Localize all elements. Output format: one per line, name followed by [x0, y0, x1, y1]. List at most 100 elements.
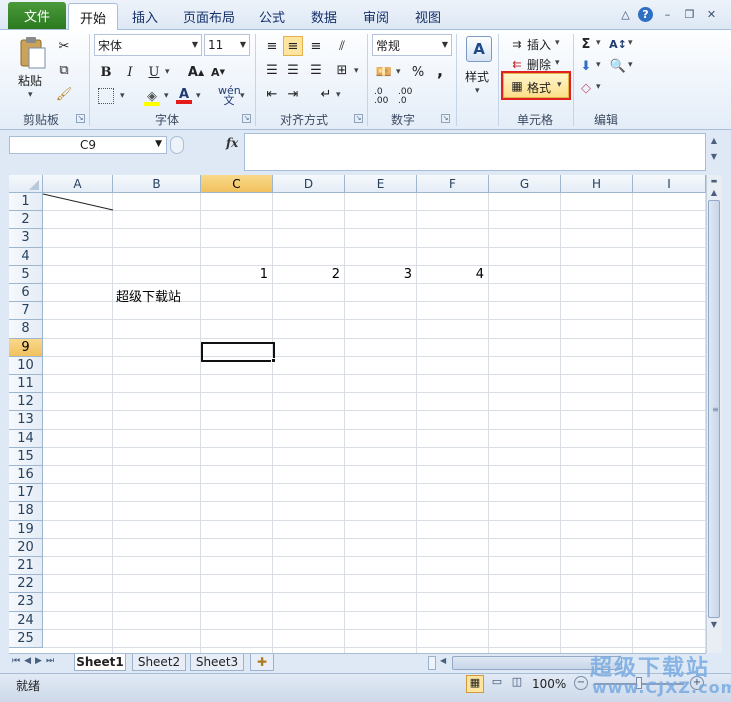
window-close-icon[interactable]: ✕ [704, 7, 719, 22]
row-header-6[interactable]: 6 [9, 284, 43, 303]
sort-filter-dropdown-icon[interactable]: ▾ [628, 38, 633, 48]
column-header-A[interactable]: A [43, 175, 113, 193]
increase-decimal-icon[interactable]: .0 .00 [374, 88, 396, 106]
tab-split-handle[interactable] [428, 656, 436, 670]
merge-center-icon[interactable]: ⊞ [332, 60, 352, 80]
tab-file[interactable]: 文件 [8, 2, 66, 29]
column-header-F[interactable]: F [417, 175, 489, 193]
zoom-out-icon[interactable]: − [574, 676, 588, 690]
font-size-select[interactable]: 11 ▼ [204, 34, 250, 56]
column-header-C[interactable]: C [201, 175, 273, 193]
insert-dropdown-icon[interactable]: ▾ [555, 38, 560, 48]
row-header-1[interactable]: 1 [9, 193, 43, 212]
tab-formulas[interactable]: 公式 [252, 3, 292, 30]
name-box-splitter[interactable] [170, 136, 184, 154]
wrap-text-icon[interactable]: ↵ [316, 84, 336, 104]
fill-icon[interactable]: ⬇ [576, 56, 596, 76]
row-header-9[interactable]: 9 [9, 338, 43, 357]
fill-handle[interactable] [271, 358, 276, 363]
align-center-icon[interactable]: ☰ [283, 60, 303, 80]
column-header-H[interactable]: H [561, 175, 633, 193]
row-header-23[interactable]: 23 [9, 593, 43, 612]
wrap-dropdown-icon[interactable]: ▾ [336, 90, 341, 100]
cell-E5[interactable]: 3 [348, 266, 412, 284]
font-color-dropdown-icon[interactable]: ▾ [196, 91, 201, 101]
column-header-I[interactable]: I [633, 175, 706, 193]
cell-F5[interactable]: 4 [420, 266, 484, 284]
align-top-icon[interactable]: ≡ [262, 36, 282, 56]
column-header-B[interactable]: B [113, 175, 201, 193]
copy-icon[interactable]: ⧉ [54, 60, 74, 80]
borders-icon[interactable] [98, 88, 114, 104]
row-header-13[interactable]: 13 [9, 411, 43, 430]
row-header-17[interactable]: 17 [9, 484, 43, 503]
expand-formula-icon[interactable]: ▲ [708, 136, 720, 148]
page-break-view-icon[interactable]: ◫ [508, 675, 526, 693]
underline-icon[interactable]: U [144, 62, 164, 82]
row-header-10[interactable]: 10 [9, 356, 43, 375]
currency-dropdown-icon[interactable]: ▾ [396, 67, 401, 77]
merge-dropdown-icon[interactable]: ▾ [354, 66, 359, 76]
window-restore-icon[interactable]: ❐ [682, 7, 697, 22]
insert-cells-icon[interactable]: ⇉ [507, 34, 527, 54]
find-select-icon[interactable]: 🔍 [608, 56, 628, 76]
format-painter-icon[interactable]: 🖌 [54, 84, 74, 104]
font-launcher-icon[interactable]: ↘ [242, 114, 251, 123]
align-middle-icon[interactable]: ≡ [283, 36, 303, 56]
tab-view[interactable]: 视图 [408, 3, 448, 30]
align-bottom-icon[interactable]: ≡ [306, 36, 326, 56]
row-header-4[interactable]: 4 [9, 247, 43, 266]
paste-label[interactable]: 粘贴 [18, 72, 42, 89]
decrease-decimal-icon[interactable]: .00 .0 [398, 88, 420, 106]
selected-cell-outline[interactable] [201, 342, 275, 362]
row-header-22[interactable]: 22 [9, 575, 43, 594]
help-icon[interactable]: ? [638, 7, 653, 22]
bold-icon[interactable]: B [96, 62, 116, 82]
cut-icon[interactable]: ✂ [54, 36, 74, 56]
number-format-select[interactable]: 常规 ▼ [372, 34, 452, 56]
row-header-20[interactable]: 20 [9, 538, 43, 557]
clear-icon[interactable]: ◇ [576, 78, 596, 98]
percent-icon[interactable]: % [408, 62, 428, 82]
grow-font-icon[interactable]: A ▲ [186, 62, 206, 82]
fill-color-dropdown-icon[interactable]: ▾ [164, 91, 169, 101]
cell-B6[interactable]: 超级下载站 [116, 286, 196, 305]
worksheet-grid[interactable]: ABCDEFGHI 1 2 3 4 5 6 7 8 9 10 11 12 13 14 15 16 17 18 19 2… [9, 175, 706, 653]
row-header-14[interactable]: 14 [9, 429, 43, 448]
tab-data[interactable]: 数据 [304, 3, 344, 30]
decrease-indent-icon[interactable]: ⇤ [262, 84, 282, 104]
name-box[interactable]: C9 ▼ [9, 136, 167, 154]
row-header-7[interactable]: 7 [9, 302, 43, 321]
shrink-font-icon[interactable]: A ▼ [208, 62, 228, 82]
row-header-12[interactable]: 12 [9, 393, 43, 412]
row-header-5[interactable]: 5 [9, 265, 43, 284]
underline-dropdown-icon[interactable]: ▾ [165, 67, 170, 77]
find-select-dropdown-icon[interactable]: ▾ [628, 60, 633, 70]
phonetic-dropdown-icon[interactable]: ▾ [240, 91, 245, 101]
cell-D5[interactable]: 2 [276, 266, 340, 284]
phonetic-guide-icon[interactable]: wén 文 [218, 85, 241, 106]
fill-dropdown-icon[interactable]: ▾ [596, 60, 601, 70]
row-header-2[interactable]: 2 [9, 211, 43, 230]
tab-insert[interactable]: 插入 [124, 3, 166, 30]
orientation-icon[interactable]: ⫽ [332, 36, 352, 56]
row-header-11[interactable]: 11 [9, 375, 43, 394]
column-header-G[interactable]: G [489, 175, 561, 193]
select-all-corner[interactable] [9, 175, 43, 193]
alignment-launcher-icon[interactable]: ↘ [354, 114, 363, 123]
paste-dropdown-icon[interactable]: ▾ [28, 90, 33, 100]
clipboard-launcher-icon[interactable]: ↘ [76, 114, 85, 123]
borders-dropdown-icon[interactable]: ▾ [120, 91, 125, 101]
insert-sheet-icon[interactable]: ✚ [250, 654, 274, 671]
page-layout-view-icon[interactable]: ▭ [488, 675, 506, 693]
sheet-tab-2[interactable]: Sheet2 [132, 654, 186, 671]
minimize-ribbon-icon[interactable]: △ [618, 7, 633, 22]
sheet-tab-3[interactable]: Sheet3 [190, 654, 244, 671]
chevron-down-icon[interactable]: ▼ [155, 139, 162, 149]
row-header-16[interactable]: 16 [9, 466, 43, 485]
collapse-formula-icon[interactable]: ▼ [708, 152, 720, 164]
tab-review[interactable]: 审阅 [356, 3, 396, 30]
formula-input[interactable] [244, 133, 706, 171]
row-header-15[interactable]: 15 [9, 447, 43, 466]
tab-home[interactable]: 开始 [68, 3, 118, 30]
